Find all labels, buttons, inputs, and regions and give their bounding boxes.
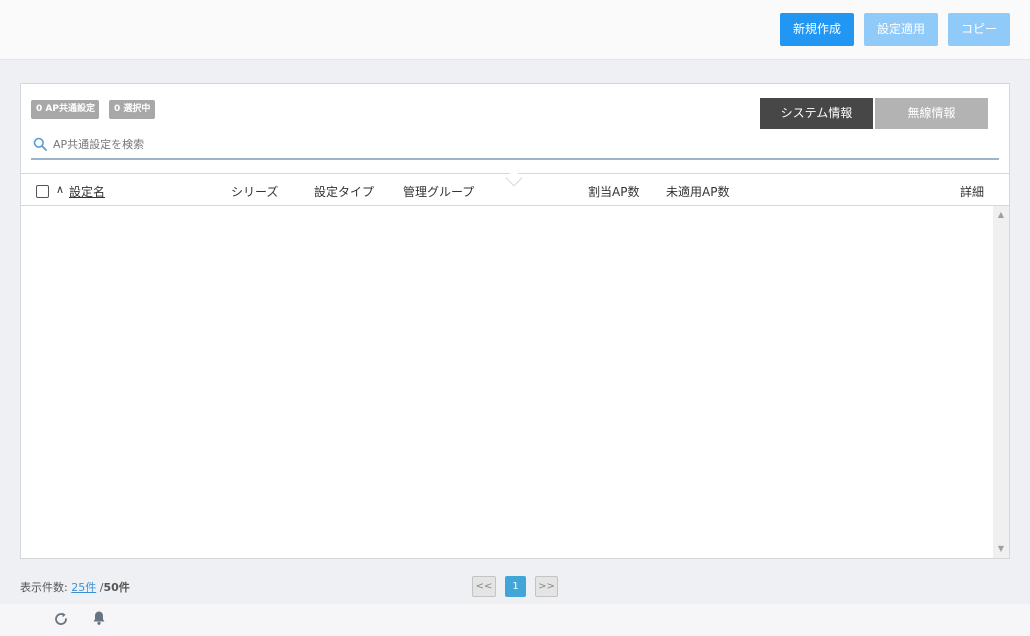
column-header-type: 設定タイプ <box>314 185 375 199</box>
display-count: 表示件数: 25件 /50件 <box>20 579 130 595</box>
selected-count-badge: 0 選択中 <box>109 100 155 119</box>
scroll-down-icon[interactable]: ▼ <box>993 542 1009 556</box>
bell-icon[interactable] <box>92 610 106 626</box>
tab-system-info[interactable]: システム情報 <box>760 98 873 129</box>
column-header-group: 管理グループ <box>403 185 475 199</box>
vertical-scrollbar[interactable]: ▲ ▼ <box>993 206 1009 558</box>
search-bar <box>31 134 999 160</box>
common-settings-count-badge: 0 AP共通設定 <box>31 100 99 119</box>
column-header-detail: 詳細 <box>960 185 985 199</box>
search-icon <box>33 137 47 151</box>
new-button[interactable]: 新規作成 <box>780 13 854 46</box>
bottom-status-bar <box>0 604 1030 636</box>
total-count: 50件 <box>103 581 130 594</box>
column-header-unapplied-ap: 未適用AP数 <box>666 185 730 199</box>
sort-asc-icon[interactable]: ∧ <box>56 183 64 196</box>
pager-prev-button[interactable]: << <box>472 576 496 597</box>
search-input[interactable] <box>53 134 953 154</box>
scroll-up-icon[interactable]: ▲ <box>993 208 1009 222</box>
refresh-icon[interactable] <box>53 611 69 627</box>
copy-button[interactable]: コピー <box>948 13 1010 46</box>
table-body <box>21 206 993 558</box>
apply-settings-button[interactable]: 設定適用 <box>864 13 938 46</box>
settings-panel: 0 AP共通設定 0 選択中 システム情報 無線情報 ∧ 設定名 シリーズ 設定… <box>20 83 1010 559</box>
pager-next-button[interactable]: >> <box>535 576 558 597</box>
display-count-label: 表示件数: <box>20 581 68 594</box>
tab-wireless-info[interactable]: 無線情報 <box>875 98 988 129</box>
select-all-checkbox[interactable] <box>36 185 49 198</box>
per-page-link[interactable]: 25件 <box>71 581 96 594</box>
pager-page-1[interactable]: 1 <box>505 576 526 597</box>
column-header-series: シリーズ <box>231 185 279 199</box>
column-header-assigned-ap: 割当AP数 <box>588 185 640 199</box>
top-toolbar: 新規作成 設定適用 コピー <box>0 0 1030 60</box>
column-header-name[interactable]: 設定名 <box>69 183 105 200</box>
